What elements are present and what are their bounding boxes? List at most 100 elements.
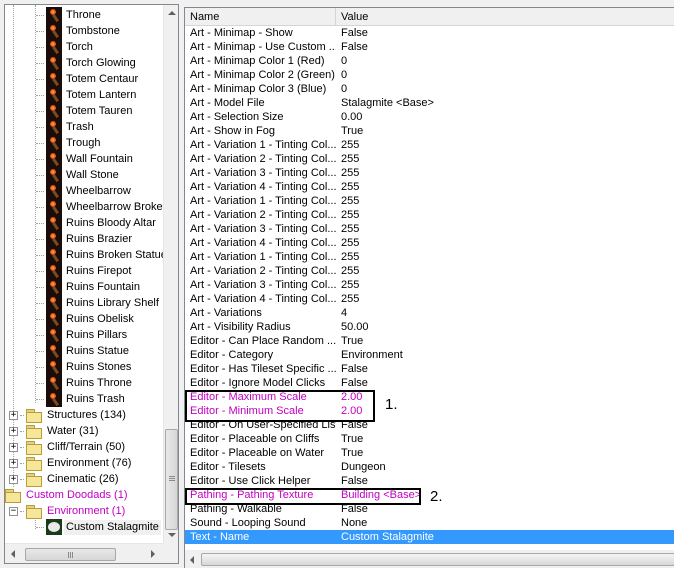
property-value[interactable]: 0	[341, 54, 347, 68]
property-value[interactable]: True	[341, 124, 363, 138]
property-row[interactable]: Editor - Use Click Helper False	[185, 474, 674, 488]
property-value[interactable]: Environment	[341, 348, 403, 362]
property-row[interactable]: Art - Variation 2 - Tinting Col... 255	[185, 152, 674, 166]
tree-item[interactable]: Trash	[36, 119, 96, 135]
property-value[interactable]: 255	[341, 264, 359, 278]
tree-item[interactable]: Ruins Stones	[36, 359, 133, 375]
property-row[interactable]: Art - Variation 1 - Tinting Col... 255	[185, 138, 674, 152]
property-row[interactable]: Art - Variation 2 - Tinting Col... 255	[185, 208, 674, 222]
tree-item[interactable]: Ruins Brazier	[36, 231, 134, 247]
tree-item[interactable]: Tombstone	[36, 23, 122, 39]
property-row[interactable]: Art - Minimap Color 1 (Red) 0	[185, 54, 674, 68]
tree-item-custom-stalagmite[interactable]: Custom Stalagmite	[36, 519, 161, 535]
tree-item[interactable]: Ruins Pillars	[36, 327, 129, 343]
property-value[interactable]: 0	[341, 68, 347, 82]
scroll-left-arrow-icon[interactable]	[11, 550, 15, 558]
tree-item[interactable]: Totem Tauren	[36, 103, 134, 119]
property-row[interactable]: Art - Variation 3 - Tinting Col... 255	[185, 222, 674, 236]
tree-item[interactable]: Totem Lantern	[36, 87, 138, 103]
property-row[interactable]: Art - Variation 2 - Tinting Col... 255	[185, 264, 674, 278]
object-tree[interactable]: Throne Tombstone Torch Torch Glowing Totem C…	[4, 4, 179, 564]
property-row[interactable]: Art - Variations 4	[185, 306, 674, 320]
property-value[interactable]: False	[341, 26, 368, 40]
scroll-right-arrow-icon[interactable]	[151, 550, 155, 558]
expand-toggle-icon[interactable]: +	[9, 410, 18, 420]
property-row[interactable]: Sound - Looping Sound None	[185, 516, 674, 530]
tree-vertical-scrollbar[interactable]	[163, 5, 178, 543]
property-value[interactable]: False	[341, 376, 368, 390]
property-value[interactable]: 255	[341, 208, 359, 222]
property-value[interactable]: True	[341, 432, 363, 446]
property-value[interactable]: 4	[341, 306, 347, 320]
tree-item[interactable]: Wheelbarrow Broken	[36, 199, 163, 215]
property-row[interactable]: Art - Model File Stalagmite <Base>	[185, 96, 674, 110]
property-row[interactable]: Editor - Category Environment	[185, 348, 674, 362]
expand-toggle-icon[interactable]: +	[9, 442, 18, 452]
property-value[interactable]: Stalagmite <Base>	[341, 96, 434, 110]
tree-item[interactable]: Ruins Broken Statue	[36, 247, 163, 263]
tree-item[interactable]: Ruins Trash	[36, 391, 127, 407]
tree-item[interactable]: Ruins Throne	[36, 375, 134, 391]
tree-item[interactable]: Ruins Bloody Altar	[36, 215, 158, 231]
property-row[interactable]: Editor - Tilesets Dungeon	[185, 460, 674, 474]
property-row[interactable]: Art - Variation 3 - Tinting Col... 255	[185, 278, 674, 292]
property-value[interactable]: True	[341, 446, 363, 460]
property-value[interactable]: 255	[341, 292, 359, 306]
tree-folder[interactable]: + Cinematic (26)	[9, 471, 121, 487]
tree-item[interactable]: Wheelbarrow	[36, 183, 133, 199]
tree-horizontal-scrollbar[interactable]	[5, 543, 163, 563]
expand-toggle-icon[interactable]: +	[9, 458, 18, 468]
property-row[interactable]: Art - Variation 1 - Tinting Col... 255	[185, 194, 674, 208]
property-row[interactable]: Art - Variation 4 - Tinting Col... 255	[185, 292, 674, 306]
tree-folder[interactable]: + Structures (134)	[9, 407, 128, 423]
property-row[interactable]: Art - Selection Size 0.00	[185, 110, 674, 124]
property-value[interactable]: 255	[341, 222, 359, 236]
property-value[interactable]: 50.00	[341, 320, 369, 334]
property-row[interactable]: Art - Variation 4 - Tinting Col... 255	[185, 180, 674, 194]
property-row[interactable]: Art - Show in Fog True	[185, 124, 674, 138]
tree-folder-custom-doodads[interactable]: Custom Doodads (1)	[5, 487, 130, 503]
tree-folder[interactable]: + Water (31)	[9, 423, 101, 439]
property-row[interactable]: Art - Visibility Radius 50.00	[185, 320, 674, 334]
tree-item[interactable]: Ruins Fountain	[36, 279, 142, 295]
property-value[interactable]: False	[341, 40, 368, 54]
property-value[interactable]: 255	[341, 250, 359, 264]
property-row[interactable]: Editor - Can Place Random ... True	[185, 334, 674, 348]
tree-folder-custom-environment[interactable]: − Environment (1)	[9, 503, 127, 519]
property-row[interactable]: Art - Variation 1 - Tinting Col... 255	[185, 250, 674, 264]
scroll-up-arrow-icon[interactable]	[168, 11, 176, 15]
property-value[interactable]: 255	[341, 278, 359, 292]
tree-item[interactable]: Torch Glowing	[36, 55, 138, 71]
property-value[interactable]: False	[341, 362, 368, 376]
tree-item[interactable]: Ruins Library Shelf	[36, 295, 161, 311]
tree-vertical-scroll-thumb[interactable]	[165, 429, 178, 530]
grid-horizontal-scroll-thumb[interactable]	[201, 553, 674, 566]
tree-item[interactable]: Wall Fountain	[36, 151, 135, 167]
property-value[interactable]: 255	[341, 138, 359, 152]
property-row[interactable]: Art - Minimap Color 2 (Green) 0	[185, 68, 674, 82]
tree-item[interactable]: Trough	[36, 135, 102, 151]
tree-item[interactable]: Ruins Statue	[36, 343, 131, 359]
property-value[interactable]: False	[341, 474, 368, 488]
property-row[interactable]: Editor - Placeable on Water True	[185, 446, 674, 460]
property-value[interactable]: Dungeon	[341, 460, 386, 474]
tree-item[interactable]: Wall Stone	[36, 167, 121, 183]
property-row[interactable]: Editor - Placeable on Cliffs True	[185, 432, 674, 446]
property-value[interactable]: 255	[341, 180, 359, 194]
tree-item[interactable]: Throne	[36, 7, 103, 23]
property-value[interactable]: 0.00	[341, 110, 362, 124]
tree-item[interactable]: Ruins Firepot	[36, 263, 133, 279]
property-row[interactable]: Text - Name Custom Stalagmite	[185, 530, 674, 544]
collapse-toggle-icon[interactable]: −	[9, 506, 18, 516]
property-grid[interactable]: Name Value Art - Minimap - Show False Art …	[184, 7, 674, 568]
property-row[interactable]: Art - Minimap Color 3 (Blue) 0	[185, 82, 674, 96]
grid-horizontal-scrollbar[interactable]	[185, 550, 674, 568]
property-value[interactable]: True	[341, 334, 363, 348]
property-row[interactable]: Art - Minimap - Use Custom ... False	[185, 40, 674, 54]
tree-item[interactable]: Ruins Obelisk	[36, 311, 136, 327]
column-header-value[interactable]: Value	[336, 8, 674, 25]
tree-folder[interactable]: + Cliff/Terrain (50)	[9, 439, 127, 455]
scroll-left-arrow-icon[interactable]	[190, 556, 194, 564]
property-row[interactable]: Art - Minimap - Show False	[185, 26, 674, 40]
expand-toggle-icon[interactable]: +	[9, 426, 18, 436]
